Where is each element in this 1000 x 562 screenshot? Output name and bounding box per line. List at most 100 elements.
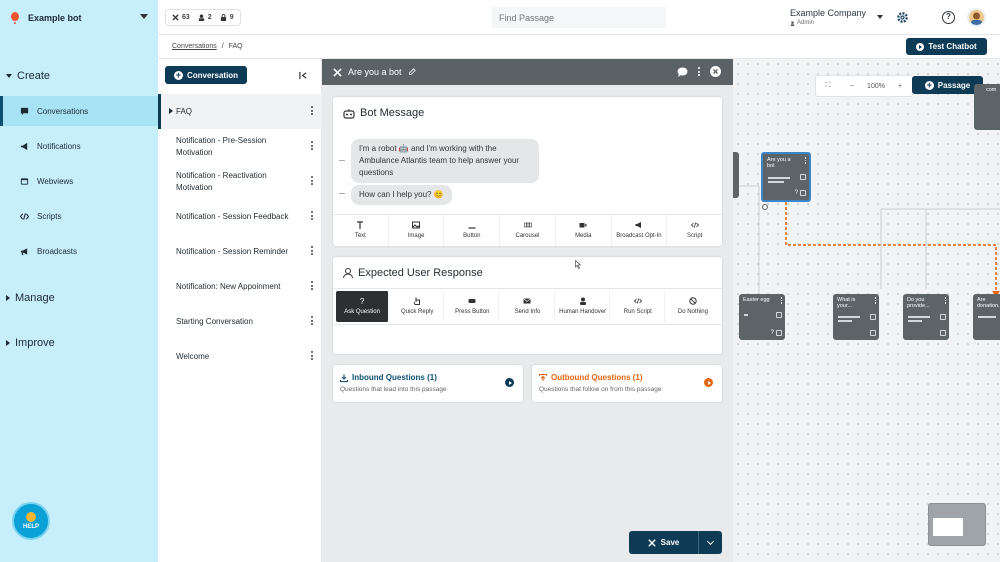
envelope-icon <box>523 298 532 304</box>
flow-node-are-donation[interactable]: Are donation... <box>973 294 1000 340</box>
save-dropdown[interactable] <box>699 537 722 545</box>
flow-canvas[interactable]: ⛶ − 100% + + Passage com Are you a bot ?… <box>733 59 1000 562</box>
add-carousel-button[interactable]: Carousel <box>500 215 556 246</box>
message-bubble[interactable]: I'm a robot 🤖 and I'm working with the A… <box>351 139 539 183</box>
fullscreen-icon[interactable]: ⛶ <box>816 82 840 90</box>
chevron-right-icon[interactable] <box>704 378 713 387</box>
more-options-icon[interactable] <box>310 106 313 116</box>
press-button-button[interactable]: Press Button <box>446 291 500 322</box>
sidebar-item-conversations[interactable]: Conversations <box>0 96 158 126</box>
comment-icon[interactable] <box>677 67 688 77</box>
gear-icon[interactable] <box>896 11 909 24</box>
collapse-icon[interactable] <box>299 71 308 80</box>
more-options-icon[interactable] <box>310 211 313 221</box>
list-item[interactable]: Notification - Session Reminder <box>158 234 322 269</box>
balloon-icon <box>11 11 19 24</box>
add-script-button[interactable]: Script <box>667 215 722 246</box>
ban-icon <box>689 297 697 305</box>
bot-message-card: Bot Message I'm a robot 🤖 and I'm workin… <box>333 97 722 246</box>
list-item[interactable]: Welcome <box>158 339 322 374</box>
section-improve[interactable]: Improve <box>6 337 55 349</box>
carousel-icon <box>523 222 532 228</box>
send-info-button[interactable]: Send Info <box>501 291 555 322</box>
run-script-button[interactable]: Run Script <box>612 291 665 322</box>
passage-name[interactable]: Are you a bot <box>348 67 402 77</box>
more-options-icon[interactable] <box>310 316 313 326</box>
list-item[interactable]: Notification: New Appoinment <box>158 269 322 304</box>
add-button-button[interactable]: Button <box>444 215 501 246</box>
test-chatbot-button[interactable]: Test Chatbot <box>906 38 987 55</box>
passage-icon <box>647 538 656 547</box>
new-conversation-button[interactable]: + Conversation <box>165 66 247 84</box>
flow-node-easter-egg[interactable]: Easter egg ? <box>739 294 785 340</box>
edit-icon[interactable] <box>408 68 416 76</box>
drag-handle[interactable] <box>339 193 345 194</box>
chat-icon <box>20 107 29 115</box>
list-item[interactable]: Notification - Pre-Session Motivation <box>158 129 322 164</box>
more-options-icon[interactable] <box>310 351 313 361</box>
locks-stat: 9 <box>220 14 234 21</box>
more-options-icon[interactable] <box>310 281 313 291</box>
section-manage[interactable]: Manage <box>6 292 55 304</box>
help-icon[interactable]: ? <box>942 11 955 24</box>
list-item[interactable]: Notification - Reactivation Motivation <box>158 164 322 199</box>
chevron-down-icon[interactable] <box>877 15 883 19</box>
add-text-button[interactable]: Text <box>333 215 389 246</box>
bot-message-toolbar: Text Image Button Carousel Media Broadca… <box>333 214 722 246</box>
flow-node-what-is-your[interactable]: What is your... <box>833 294 879 340</box>
zoom-in-button[interactable]: + <box>888 83 912 90</box>
ask-question-button[interactable]: ? Ask Question <box>336 291 390 322</box>
passages-stat: 63 <box>172 14 190 21</box>
zoom-out-button[interactable]: − <box>840 83 864 90</box>
add-media-button[interactable]: Media <box>556 215 612 246</box>
flow-node[interactable]: com <box>974 84 1000 130</box>
find-passage-input[interactable] <box>492 7 666 28</box>
outbound-description: Questions that follow on from this passa… <box>539 386 662 393</box>
flow-node[interactable] <box>733 152 739 198</box>
breadcrumb-conversations[interactable]: Conversations <box>172 43 217 50</box>
add-image-button[interactable]: Image <box>389 215 445 246</box>
chevron-down-icon[interactable] <box>140 14 148 19</box>
sidebar-item-broadcasts[interactable]: Broadcasts <box>0 236 158 266</box>
sidebar-item-scripts[interactable]: Scripts <box>0 201 158 231</box>
add-broadcast-optin-button[interactable]: Broadcast Opt-In <box>612 215 668 246</box>
chevron-right-icon[interactable] <box>505 378 514 387</box>
chevron-right-icon <box>6 340 10 346</box>
message-bubble[interactable]: How can I help you? 😊 <box>351 185 452 205</box>
outbound-questions-card[interactable]: Outbound Questions (1) Questions that fo… <box>532 365 722 402</box>
section-create[interactable]: Create <box>6 70 50 82</box>
inbound-questions-card[interactable]: Inbound Questions (1) Questions that lea… <box>333 365 523 402</box>
avatar[interactable] <box>967 8 986 27</box>
close-icon[interactable] <box>710 66 721 77</box>
help-button[interactable]: HELP <box>12 502 50 540</box>
do-nothing-button[interactable]: Do Nothing <box>667 291 719 322</box>
list-item[interactable]: Notification - Session Feedback <box>158 199 322 234</box>
flow-node-are-you-a-bot[interactable]: Are you a bot ? <box>761 152 811 202</box>
bot-selector[interactable]: Example bot <box>0 0 158 35</box>
list-item[interactable]: Starting Conversation <box>158 304 322 339</box>
flow-node-do-you-provide[interactable]: Do you provide... <box>903 294 949 340</box>
more-options-icon[interactable] <box>698 67 700 76</box>
list-item-faq[interactable]: FAQ <box>158 94 322 129</box>
plus-icon: + <box>924 79 934 90</box>
sidebar-item-webviews[interactable]: Webviews <box>0 166 158 196</box>
more-options-icon[interactable] <box>310 176 313 186</box>
company-selector[interactable]: Example Company Admin <box>790 8 883 26</box>
more-options-icon[interactable] <box>310 141 313 151</box>
save-main[interactable]: Save <box>629 531 699 554</box>
person-icon <box>790 20 795 26</box>
save-button[interactable]: Save <box>629 531 722 554</box>
minimap[interactable] <box>928 503 986 546</box>
window-icon <box>20 177 29 185</box>
quick-reply-button[interactable]: Quick Reply <box>391 291 445 322</box>
human-handover-button[interactable]: Human Handover <box>557 291 610 322</box>
button-icon <box>468 299 476 303</box>
sidebar-item-notifications[interactable]: Notifications <box>0 131 158 161</box>
minimap-viewport[interactable] <box>933 518 963 536</box>
bot-name: Example bot <box>28 12 82 23</box>
add-passage-button[interactable]: + Passage <box>912 76 983 94</box>
inbound-description: Questions that lead into this passage <box>340 386 447 393</box>
more-options-icon[interactable] <box>310 246 313 256</box>
broadcast-icon <box>635 222 641 228</box>
drag-handle[interactable] <box>339 160 345 161</box>
